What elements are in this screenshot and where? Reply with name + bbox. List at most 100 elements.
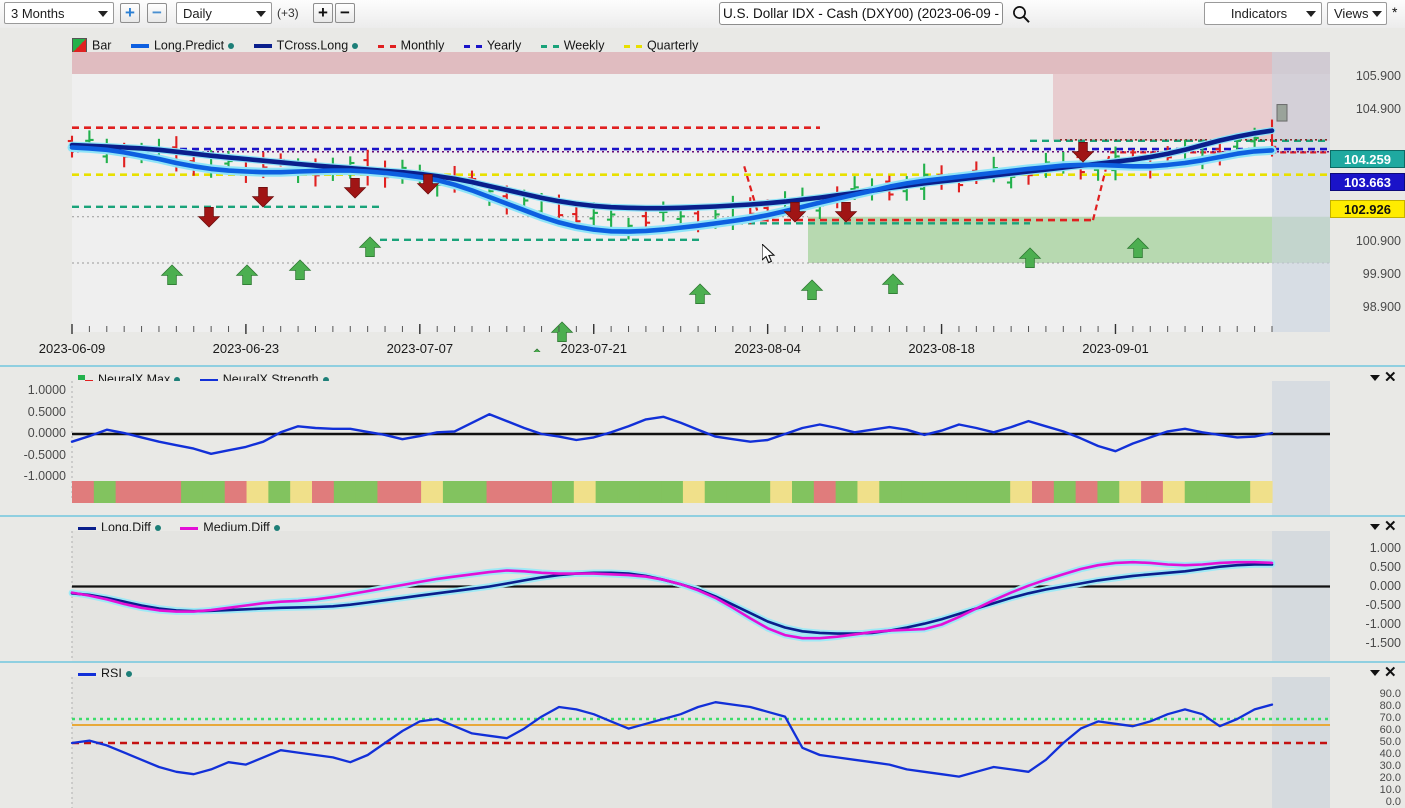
chevron-down-icon xyxy=(1306,11,1316,17)
legend-item-tcross-long[interactable]: TCross.Long xyxy=(253,38,359,53)
y-axis-tick-label: 1.000 xyxy=(1369,540,1401,555)
diff-plot-area[interactable] xyxy=(0,531,1405,661)
tcross-long-price-tag: 104.259 xyxy=(1330,150,1405,168)
y-axis-tick-label: 90.0 xyxy=(1379,688,1401,700)
neuralx-max-segment xyxy=(966,481,989,503)
neuralx-max-segment xyxy=(333,481,357,503)
y-axis-tick-label: -1.500 xyxy=(1365,635,1401,650)
settings-dot-icon[interactable] xyxy=(352,43,359,50)
neuralx-max-segment xyxy=(115,481,139,503)
neuralx-max-segment xyxy=(1075,481,1099,503)
legend-item-weekly[interactable]: Weekly xyxy=(540,38,605,54)
search-icon[interactable] xyxy=(1011,4,1031,24)
chevron-down-icon xyxy=(1372,11,1382,17)
neuralx-max-segment xyxy=(508,481,531,503)
neuralx-y-axis: 1.0000 0.5000 0.0000 -0.5000 -1.0000 xyxy=(0,381,70,515)
indicators-select[interactable]: Indicators xyxy=(1204,2,1322,25)
neuralx-max-segment xyxy=(93,481,117,503)
neuralx-max-segment xyxy=(377,481,400,503)
neuralx-max-segment xyxy=(486,481,509,503)
y-axis-tick-label: 0.000 xyxy=(1369,578,1401,593)
y-axis-tick-label: 70.0 xyxy=(1379,712,1401,724)
x-axis-tick-label: 2023-07-21 xyxy=(560,341,627,356)
neuralx-max-segment xyxy=(159,481,182,503)
interval-select-value: Daily xyxy=(183,6,212,21)
chevron-down-icon xyxy=(98,11,108,17)
legend-label: Bar xyxy=(92,38,112,53)
y-axis-tick-label: 80.0 xyxy=(1379,700,1401,712)
neuralx-max-segment xyxy=(1141,481,1164,503)
legend-label: Monthly xyxy=(400,39,445,54)
neuralx-max-segment xyxy=(682,481,706,503)
y-axis-tick-label: 104.900 xyxy=(1355,101,1401,116)
views-select[interactable]: Views xyxy=(1327,2,1387,25)
price-panel: Bar Long.Predict TCross.Long Monthly Yea… xyxy=(0,28,1405,365)
minus-icon: − xyxy=(152,3,162,22)
range-zoom-out-button[interactable]: − xyxy=(147,3,167,23)
neuralx-max-segment xyxy=(1184,481,1208,503)
quarterly-price-value: 102.926 xyxy=(1344,202,1391,217)
bars-remove-button[interactable]: − xyxy=(335,3,355,23)
plus-icon: + xyxy=(318,3,328,22)
legend-item-yearly[interactable]: Yearly xyxy=(463,38,521,53)
interval-select[interactable]: Daily xyxy=(176,2,272,24)
neuralx-max-segment xyxy=(72,481,95,503)
buy-arrow-marker xyxy=(533,348,541,352)
neuralx-max-segment xyxy=(748,481,771,503)
line-swatch-icon xyxy=(130,44,149,49)
neuralx-max-segment xyxy=(726,481,749,503)
chevron-down-icon[interactable] xyxy=(1370,670,1380,676)
neuralx-max-segment xyxy=(552,481,575,503)
neuralx-max-segment xyxy=(901,481,924,503)
neuralx-max-segment xyxy=(1053,481,1077,503)
dash-swatch-icon xyxy=(463,44,482,48)
quarterly-price-tag: 102.926 xyxy=(1330,200,1405,218)
favorite-star-icon[interactable]: * xyxy=(1392,4,1397,20)
rsi-panel: RSI ✕ 90.0 80.0 70.0 60.0 50.0 40.0 30.0 20.0 10… xyxy=(0,663,1405,808)
legend-item-monthly[interactable]: Monthly xyxy=(377,38,445,54)
neuralx-max-segment xyxy=(573,481,597,503)
y-axis-tick-label: 40.0 xyxy=(1379,748,1401,760)
symbol-title-input[interactable]: U.S. Dollar IDX - Cash (DXY00) (2023-06-… xyxy=(719,2,1003,43)
rsi-plot-area[interactable] xyxy=(0,677,1405,808)
neuralx-max-segment xyxy=(1206,481,1229,503)
neuralx-plot-area[interactable] xyxy=(0,381,1405,515)
upper-band xyxy=(72,52,1330,74)
bars-add-button[interactable]: + xyxy=(313,3,333,23)
legend-label: Weekly xyxy=(563,39,605,54)
neuralx-max-segment xyxy=(617,481,640,503)
y-axis-tick-label: 99.900 xyxy=(1362,266,1401,281)
chevron-down-icon[interactable] xyxy=(1370,524,1380,530)
y-axis-tick-label: 0.5000 xyxy=(27,404,66,419)
legend-label: Long.Predict xyxy=(153,39,225,54)
forecast-bar xyxy=(1276,104,1288,122)
y-axis-tick-label: 98.900 xyxy=(1362,299,1401,314)
future-shade xyxy=(1272,381,1330,515)
y-axis-tick-label: -0.500 xyxy=(1365,597,1401,612)
neuralx-max-segment xyxy=(464,481,488,503)
legend-item-quarterly[interactable]: Quarterly xyxy=(623,38,698,53)
range-select[interactable]: 3 Months xyxy=(4,2,114,24)
x-axis-tick-label: 2023-06-09 xyxy=(38,341,106,356)
neuralx-max-segment xyxy=(792,481,815,503)
long-predict-price-value: 103.663 xyxy=(1344,175,1391,190)
line-swatch-icon xyxy=(78,526,96,530)
x-axis-tick-label: 2023-07-07 xyxy=(386,341,454,356)
x-axis-tick-label: 2023-08-18 xyxy=(908,341,975,356)
neuralx-max-segment xyxy=(813,481,837,503)
neuralx-max-segment xyxy=(290,481,313,503)
legend-item-long-predict[interactable]: Long.Predict xyxy=(130,38,235,54)
neuralx-max-segment xyxy=(922,481,946,503)
settings-dot-icon[interactable] xyxy=(228,43,235,50)
range-zoom-in-button[interactable]: + xyxy=(120,3,140,23)
price-plot-area[interactable] xyxy=(0,52,1405,352)
y-axis-tick-label: -1.000 xyxy=(1365,616,1401,631)
neuralx-max-segment xyxy=(944,481,968,503)
plus-icon: + xyxy=(125,3,135,22)
neuralx-max-segment xyxy=(835,481,859,503)
rsi-y-axis: 90.0 80.0 70.0 60.0 50.0 40.0 30.0 20.0 10.0 0.0 xyxy=(1340,677,1405,808)
neuralx-max-segment xyxy=(421,481,444,503)
dash-swatch-icon xyxy=(377,44,396,48)
neuralx-max-segment xyxy=(1119,481,1142,503)
y-axis-tick-label: -0.5000 xyxy=(23,447,66,462)
